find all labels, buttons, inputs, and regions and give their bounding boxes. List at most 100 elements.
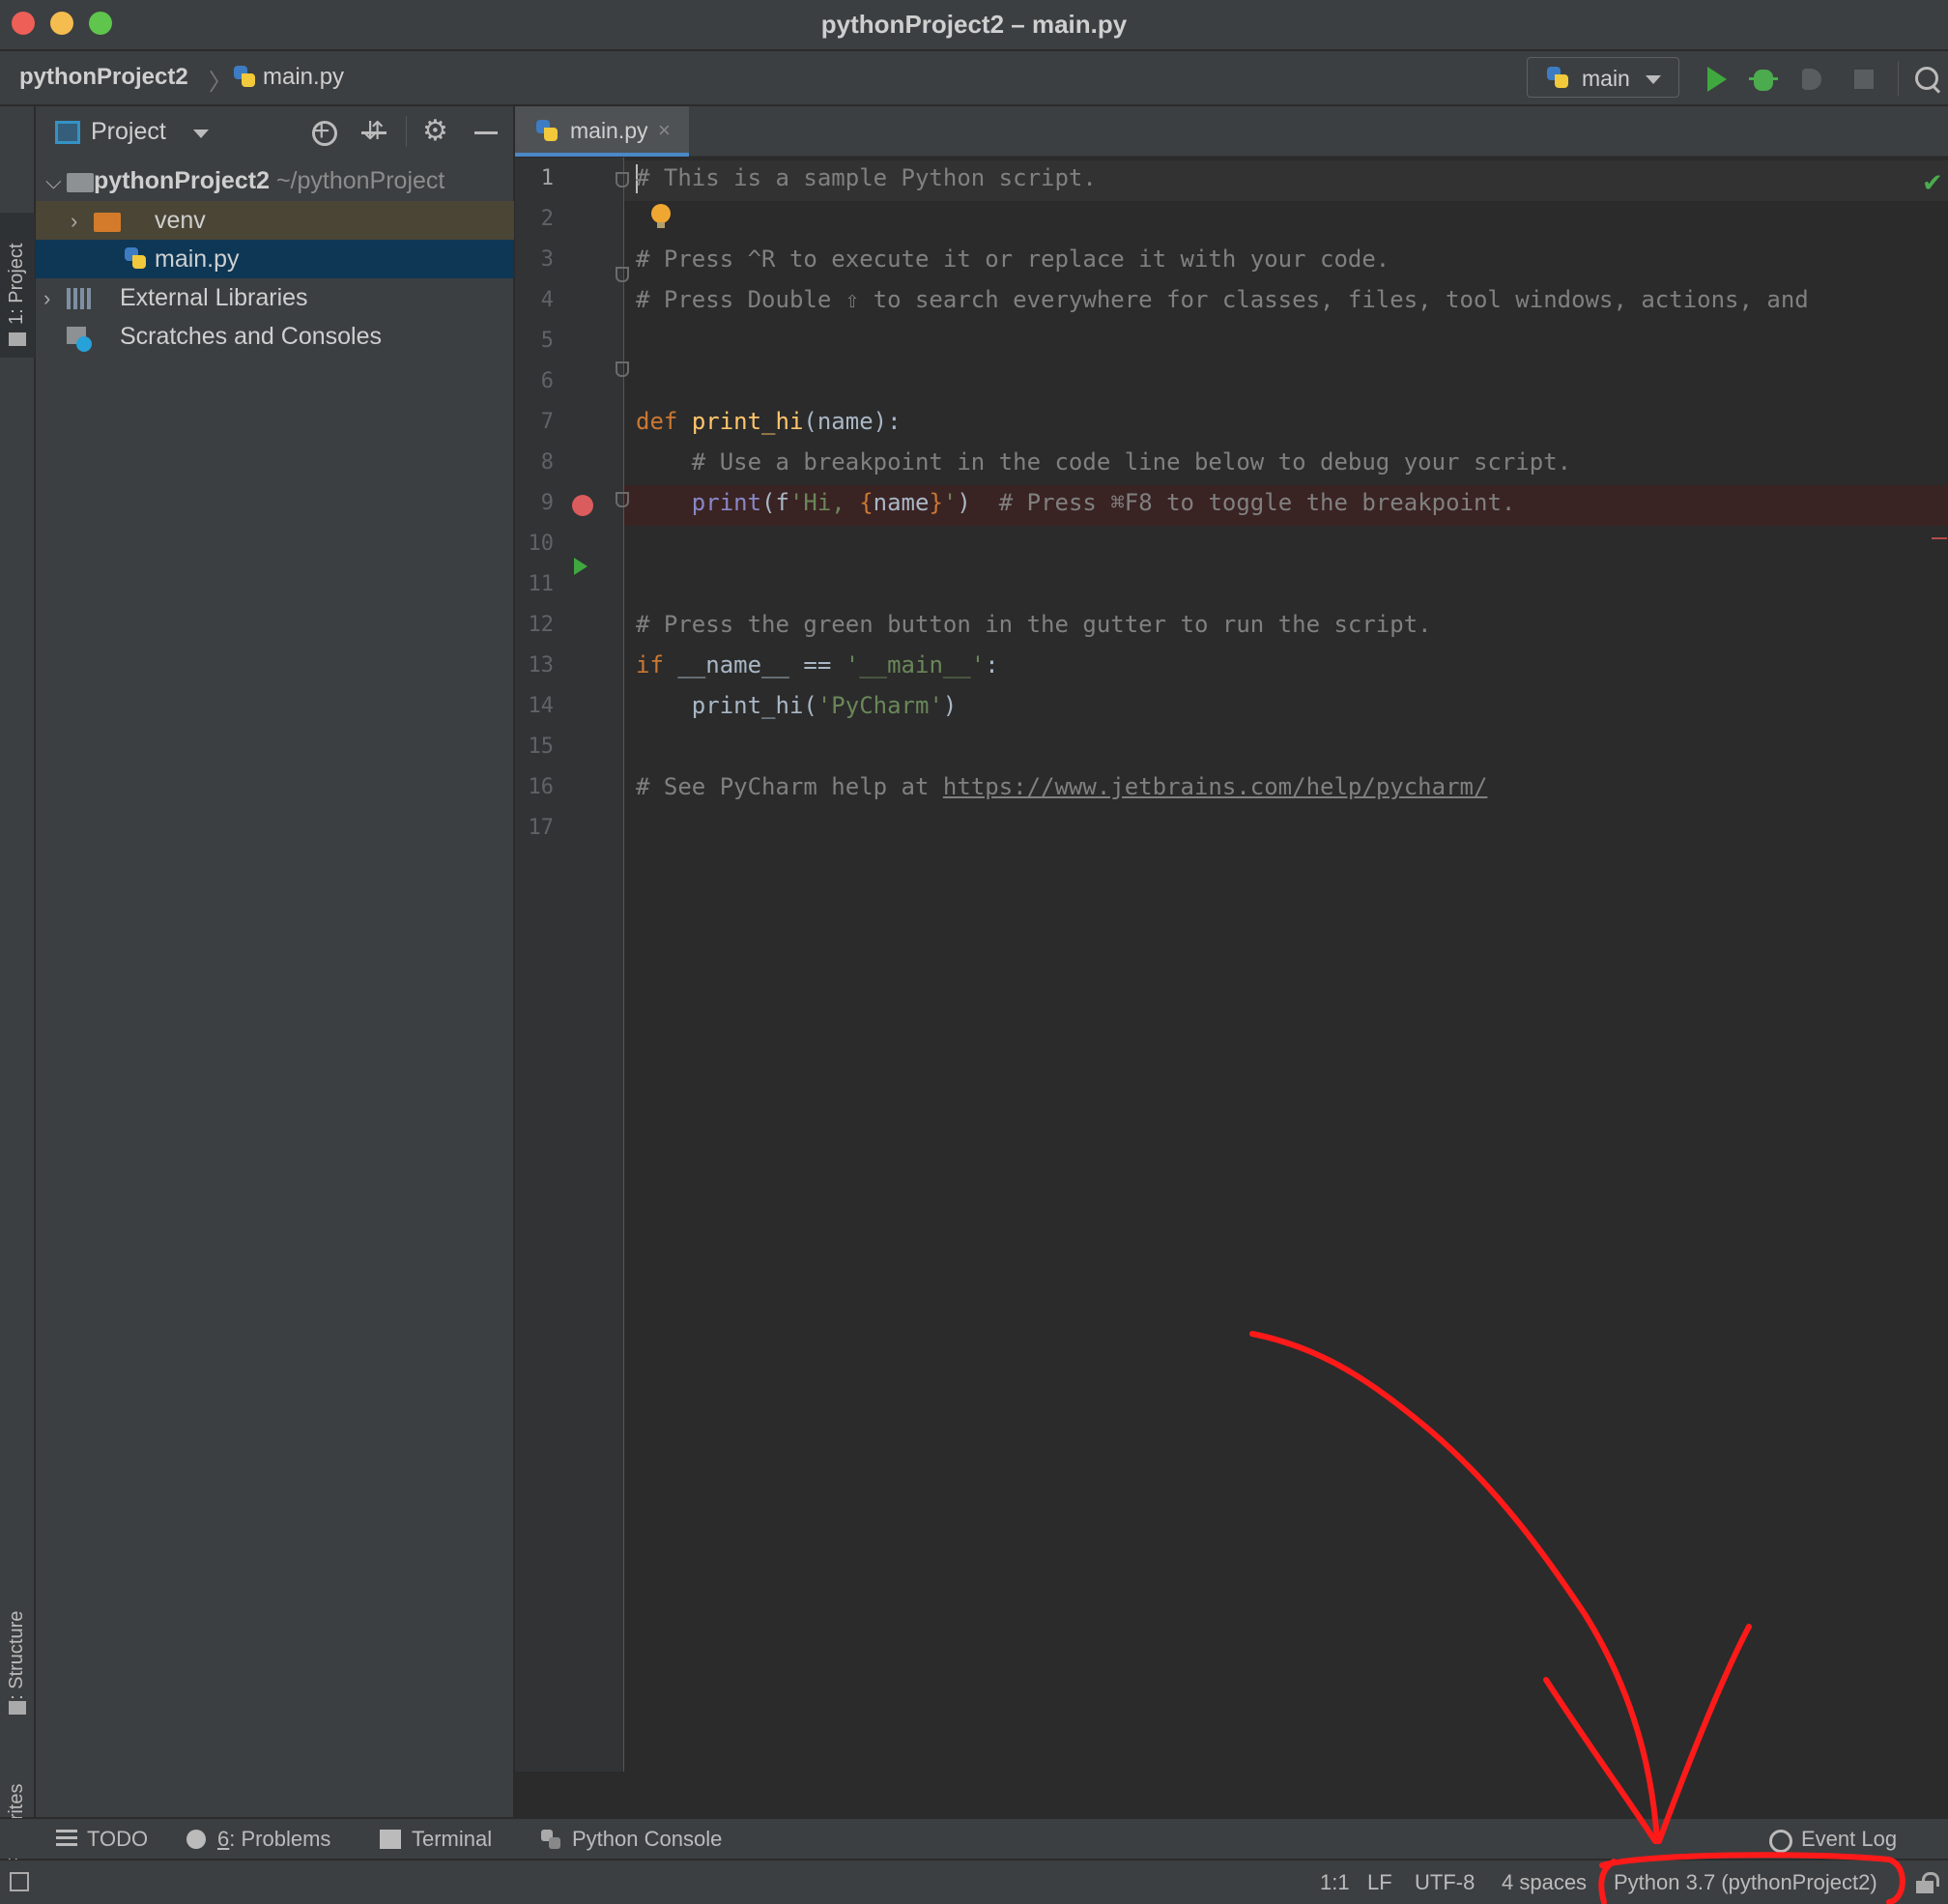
editor-gutter[interactable] xyxy=(515,158,623,1772)
lock-icon[interactable] xyxy=(1916,1872,1939,1893)
run-configuration-dropdown[interactable]: main xyxy=(1527,57,1679,98)
code-line-7[interactable]: def print_hi(name): xyxy=(636,408,902,435)
python-interpreter-selector[interactable]: Python 3.7 (pythonProject2) xyxy=(1614,1870,1877,1895)
code-line-12[interactable]: # Press the green button in the gutter t… xyxy=(636,611,1432,638)
line-number: 17 xyxy=(528,816,555,840)
code-line-9[interactable]: print(f'Hi, {name}') # Press ⌘F8 to togg… xyxy=(636,489,1516,516)
breadcrumb-separator: 〉 xyxy=(209,70,232,96)
navigation-bar: pythonProject2 〉 main.py main xyxy=(0,51,1948,105)
tree-item-venv[interactable]: › venv xyxy=(36,201,514,240)
problems-tool-button[interactable]: 6: Problems xyxy=(217,1827,330,1852)
file-encoding[interactable]: UTF-8 xyxy=(1415,1870,1475,1895)
scratches-icon xyxy=(67,327,94,352)
tree-item-scratches[interactable]: Scratches and Consoles xyxy=(36,317,514,356)
chevron-down-icon[interactable]: ⌵ xyxy=(45,169,62,194)
python-console-tool-button[interactable]: Python Console xyxy=(572,1827,722,1852)
editor-area: main.py × 1 2 3 4 5 6 7 8 9 10 11 12 13 14 15 16 17 ✔ # … xyxy=(515,106,1948,1817)
structure-tool-tab-label: 7: Structure xyxy=(6,1610,27,1711)
breadcrumb-project[interactable]: pythonProject2 xyxy=(19,64,188,91)
line-number: 9 xyxy=(540,491,554,515)
terminal-tool-button[interactable]: Terminal xyxy=(412,1827,492,1852)
debug-icon[interactable] xyxy=(1749,65,1778,94)
line-number: 10 xyxy=(528,532,555,556)
list-icon xyxy=(56,1830,77,1849)
toolbar-divider xyxy=(1898,61,1899,96)
chevron-right-icon[interactable]: › xyxy=(43,286,50,311)
code-line-16[interactable]: # See PyCharm help at https://www.jetbra… xyxy=(636,773,1487,800)
tree-item-label: External Libraries xyxy=(120,284,308,311)
fold-icon[interactable] xyxy=(616,267,629,282)
structure-tool-tab[interactable]: 7: Structure xyxy=(0,1556,35,1720)
line-number: 3 xyxy=(540,247,554,272)
fold-icon[interactable] xyxy=(616,361,629,377)
problems-icon xyxy=(186,1830,206,1849)
project-tool-tab-label: 1: Project xyxy=(6,243,27,325)
line-number: 16 xyxy=(528,775,555,799)
code-line-4[interactable]: # Press Double ⇧ to search everywhere fo… xyxy=(636,286,1809,313)
collapse-all-icon[interactable] xyxy=(359,116,388,147)
project-view-icon xyxy=(55,121,80,144)
header-divider xyxy=(406,116,407,147)
caret-position[interactable]: 1:1 xyxy=(1320,1870,1350,1895)
code-line-8[interactable]: # Use a breakpoint in the code line belo… xyxy=(636,448,1571,476)
line-number: 4 xyxy=(540,288,554,312)
event-log-icon xyxy=(1769,1830,1792,1853)
tree-item-label: Scratches and Consoles xyxy=(120,323,382,350)
indent-setting[interactable]: 4 spaces xyxy=(1502,1870,1587,1895)
hide-panel-icon[interactable] xyxy=(473,118,501,147)
breadcrumb-file[interactable]: main.py xyxy=(263,64,344,91)
stop-icon[interactable] xyxy=(1849,65,1878,94)
line-separator[interactable]: LF xyxy=(1367,1870,1392,1895)
project-tool-tab[interactable]: 1: Project xyxy=(0,213,35,358)
structure-icon xyxy=(9,1701,26,1715)
gutter-divider xyxy=(623,158,624,1772)
tree-item-project-root[interactable]: ⌵ pythonProject2 ~/pythonProject xyxy=(36,161,514,200)
code-line-3[interactable]: # Press ^R to execute it or replace it w… xyxy=(636,245,1389,273)
run-icon[interactable] xyxy=(1702,65,1731,94)
locate-file-icon[interactable] xyxy=(309,115,338,148)
code-line-13[interactable]: if __name__ == '__main__': xyxy=(636,651,999,678)
tool-window-bar: TODO 6: Problems Terminal Python Console… xyxy=(0,1818,1948,1859)
lightbulb-icon[interactable] xyxy=(651,204,671,228)
python-file-icon xyxy=(123,246,148,272)
tree-item-external-libraries[interactable]: › External Libraries xyxy=(36,278,514,317)
project-view-selector[interactable]: Project xyxy=(91,118,166,146)
tree-item-main-py[interactable]: main.py xyxy=(36,240,514,278)
tab-main-py[interactable]: main.py × xyxy=(515,106,689,157)
folder-icon xyxy=(9,332,26,346)
project-panel: Project ⚙ ⌵ pythonProject2 ~/pythonProje… xyxy=(36,106,514,1817)
line-number: 1 xyxy=(540,166,554,190)
python-icon xyxy=(1545,66,1570,91)
line-number: 2 xyxy=(540,207,554,231)
chevron-down-icon xyxy=(1646,75,1661,84)
close-icon[interactable]: × xyxy=(658,118,671,143)
line-number: 13 xyxy=(528,653,555,678)
project-panel-header: Project ⚙ xyxy=(36,106,514,157)
python-file-icon xyxy=(232,65,257,90)
tree-item-label: pythonProject2 ~/pythonProject xyxy=(94,167,445,194)
gutter-run-icon[interactable] xyxy=(574,558,587,575)
error-stripe-marker[interactable] xyxy=(1932,537,1947,539)
code-line-14[interactable]: print_hi('PyCharm') xyxy=(636,692,958,719)
line-number: 8 xyxy=(540,450,554,475)
line-number: 12 xyxy=(528,613,555,637)
line-number: 7 xyxy=(540,410,554,434)
terminal-icon xyxy=(380,1830,401,1849)
line-number: 5 xyxy=(540,329,554,353)
status-bar: 1:1 LF UTF-8 4 spaces Python 3.7 (python… xyxy=(0,1860,1948,1904)
breakpoint-icon[interactable] xyxy=(572,495,593,516)
chevron-right-icon[interactable]: › xyxy=(71,209,77,234)
todo-tool-button[interactable]: TODO xyxy=(87,1827,148,1852)
code-line-1[interactable]: # This is a sample Python script. xyxy=(636,164,1097,191)
line-number: 14 xyxy=(528,694,555,718)
folder-icon xyxy=(94,213,121,232)
fold-icon[interactable] xyxy=(616,172,629,188)
help-link[interactable]: https://www.jetbrains.com/help/pycharm/ xyxy=(943,773,1488,800)
chevron-down-icon[interactable] xyxy=(193,130,209,138)
event-log-tool-button[interactable]: Event Log xyxy=(1801,1827,1897,1852)
run-with-coverage-icon[interactable] xyxy=(1799,65,1828,94)
search-icon[interactable] xyxy=(1913,65,1942,94)
fold-icon[interactable] xyxy=(616,492,629,507)
gear-icon[interactable]: ⚙ xyxy=(422,114,451,147)
tool-windows-toggle-icon[interactable] xyxy=(10,1872,29,1891)
